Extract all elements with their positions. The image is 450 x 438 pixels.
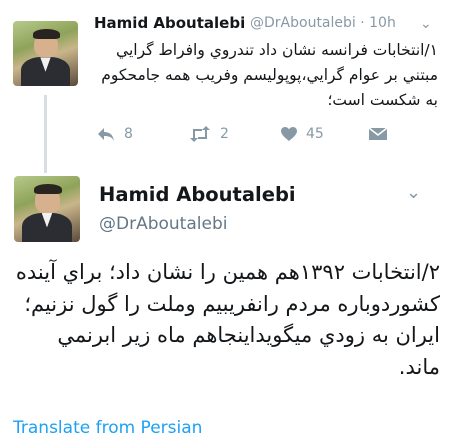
- avatar[interactable]: [13, 21, 78, 86]
- like-count: 45: [306, 126, 324, 142]
- translate-link[interactable]: Translate from Persian: [13, 418, 202, 438]
- direct-message-button[interactable]: [368, 126, 388, 142]
- avatar[interactable]: [14, 176, 80, 242]
- reply-count: 8: [124, 126, 133, 142]
- reply-icon: [98, 128, 114, 141]
- chevron-down-icon[interactable]: ⌄: [406, 182, 421, 203]
- tweet-text: ١/انتخابات فرانسه نشان داد تندروي وافراط…: [101, 41, 438, 109]
- tweet-1[interactable]: Hamid Aboutalebi @DrAboutalebi · 10h ⌄ ١…: [0, 0, 450, 173]
- tweet-text: ٢/انتخابات ١٣٩٢هم همين را نشان داد؛ براي…: [15, 260, 440, 379]
- like-button[interactable]: 45: [280, 126, 324, 142]
- thread-connector-line: [44, 95, 47, 173]
- reply-button[interactable]: 8: [96, 126, 133, 142]
- envelope-icon: [368, 127, 388, 140]
- author-name[interactable]: Hamid Aboutalebi: [94, 14, 245, 32]
- author-name[interactable]: Hamid Aboutalebi: [99, 183, 296, 206]
- heart-icon: [281, 127, 297, 141]
- tweet-actions: 8 2 45: [96, 126, 406, 148]
- retweet-icon: [190, 126, 210, 142]
- author-handle-time[interactable]: @DrAboutalebi · 10h: [250, 15, 396, 31]
- retweet-count: 2: [220, 126, 229, 142]
- author-handle[interactable]: @DrAboutalebi: [99, 214, 227, 234]
- chevron-down-icon[interactable]: ⌄: [420, 16, 432, 32]
- retweet-button[interactable]: 2: [188, 126, 229, 142]
